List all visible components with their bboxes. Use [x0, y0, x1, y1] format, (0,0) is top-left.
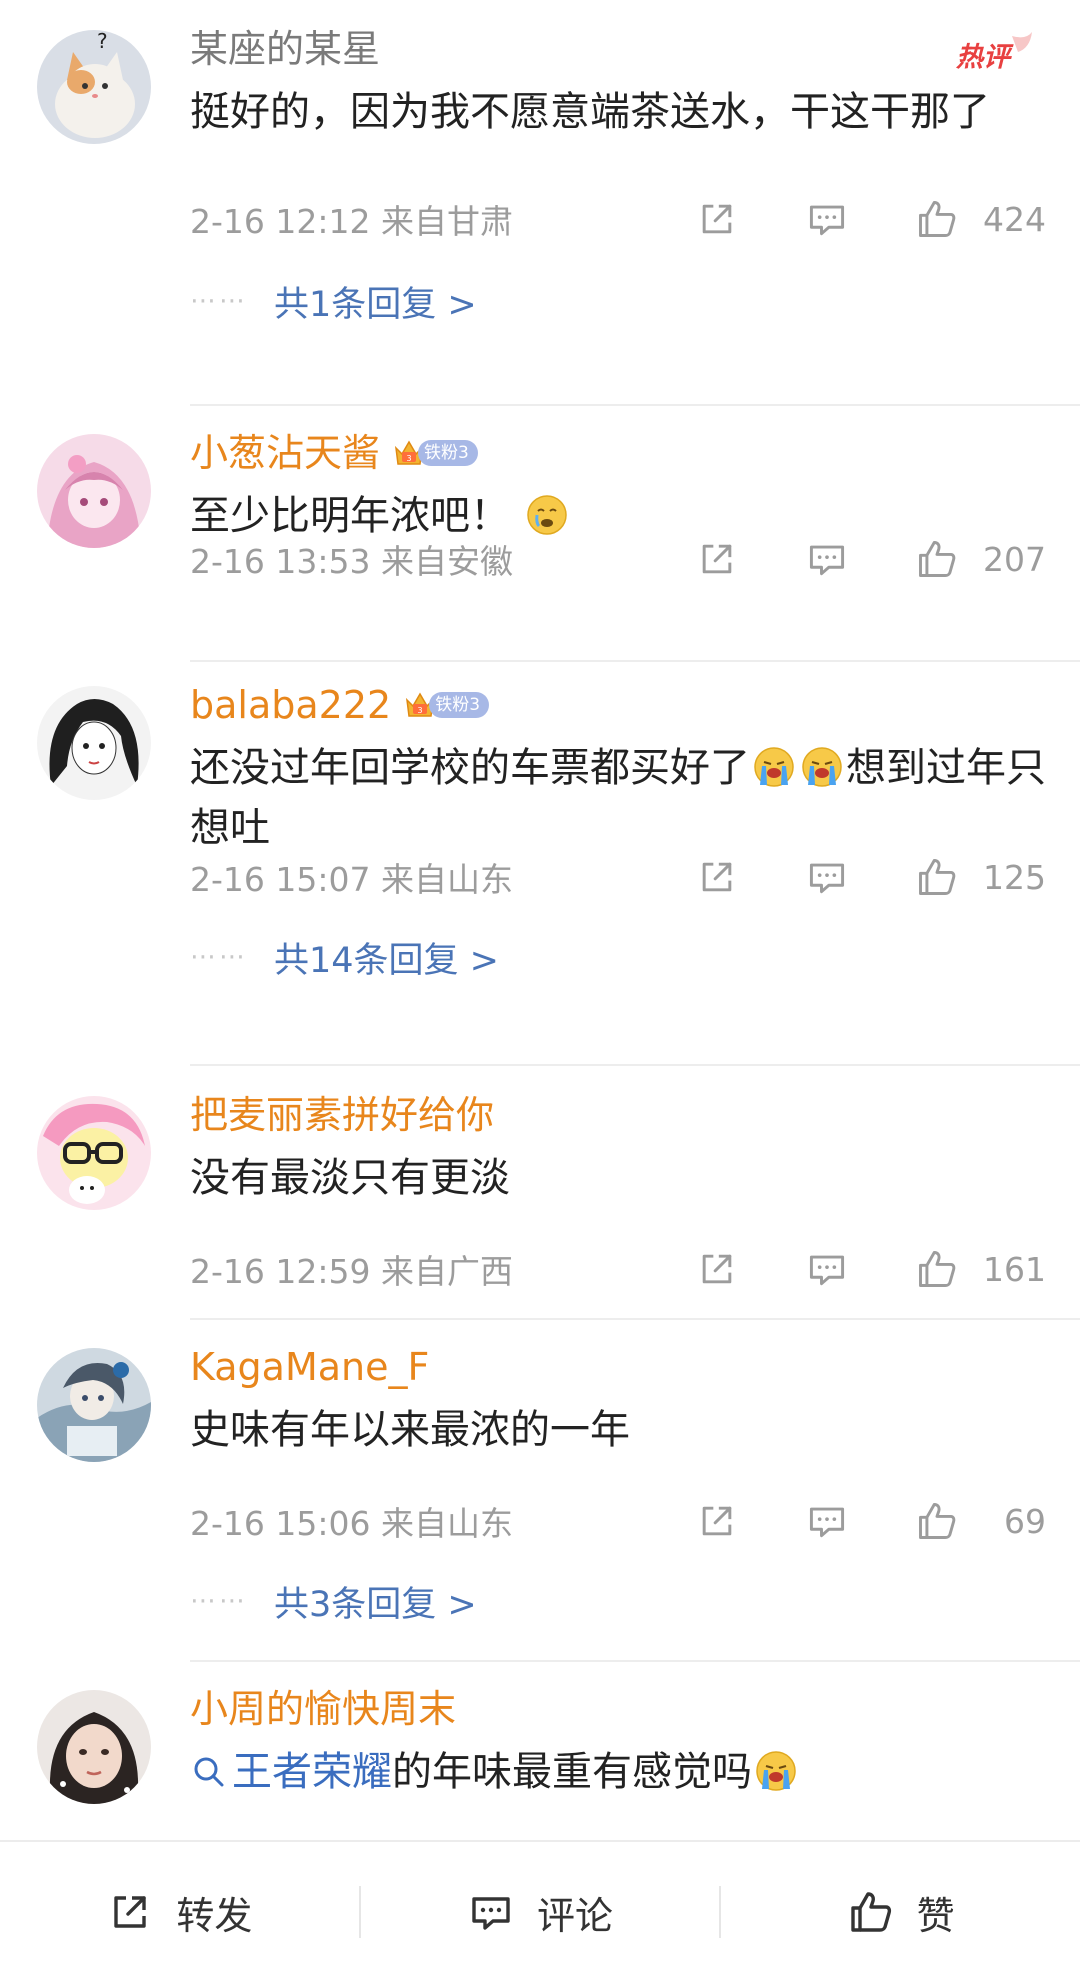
reply-count-label: 共1条回复 >: [274, 284, 477, 325]
divider: [190, 404, 1080, 406]
comment-text: 挺好的，因为我不愿意端茶送水，干这干那了: [190, 89, 990, 135]
like-count: 207: [983, 539, 1046, 579]
loudly-crying-face-emoji: [754, 1749, 798, 1793]
avatar[interactable]: [37, 1096, 151, 1210]
like-count: 69: [1004, 1501, 1046, 1541]
avatar[interactable]: [37, 686, 151, 800]
share-icon[interactable]: [692, 1244, 742, 1294]
share-icon: [106, 1888, 154, 1936]
comment-text: 还没过年回学校的车票都买好了 想到过年只想吐: [190, 738, 1046, 858]
avatar[interactable]: [37, 434, 151, 548]
comment-text-body: 至少比明年浓吧！: [190, 493, 510, 539]
like-icon[interactable]: [912, 194, 962, 244]
comment-icon[interactable]: [802, 1244, 852, 1294]
comment-meta: 2-16 13:53 来自安徽 207: [190, 534, 1046, 584]
share-icon[interactable]: [692, 852, 742, 902]
view-replies-link[interactable]: ⋯⋯ 共3条回复 >: [190, 1576, 477, 1626]
fan-badge-label: 铁粉3: [418, 440, 478, 466]
comment-text: 没有最淡只有更淡: [190, 1155, 510, 1201]
reply-dots: ⋯⋯: [190, 942, 248, 972]
fan-badge[interactable]: 铁粉3: [403, 688, 490, 722]
comment-meta: 2-16 15:06 来自山东 69: [190, 1496, 1046, 1546]
like-label: 赞: [916, 1893, 955, 1938]
like-icon[interactable]: [912, 1496, 962, 1546]
comment-time-location: 2-16 15:07 来自山东: [190, 860, 513, 899]
bottom-action-bar: 转发 评论 赞: [0, 1840, 1080, 1982]
username[interactable]: balaba222: [190, 680, 391, 730]
repost-button[interactable]: 转发: [0, 1842, 359, 1982]
comment-time-location: 2-16 15:06 来自山东: [190, 1504, 513, 1543]
fan-badge-label: 铁粉3: [429, 692, 490, 718]
comment-text: 史味有年以来最浓的一年: [190, 1407, 630, 1453]
username[interactable]: 某座的某星: [190, 24, 1046, 74]
divider: [190, 1660, 1080, 1662]
divider: [190, 1318, 1080, 1320]
comment-icon: [467, 1888, 515, 1936]
like-button[interactable]: 赞: [721, 1842, 1080, 1982]
like-count: 125: [983, 857, 1046, 897]
username[interactable]: 小葱沾天酱: [190, 428, 380, 478]
comment-time-location: 2-16 12:59 来自广西: [190, 1252, 513, 1291]
comment-text-body: 的年味最重有感觉吗: [392, 1749, 752, 1795]
comment-icon[interactable]: [802, 852, 852, 902]
reply-dots: ⋯⋯: [190, 286, 248, 316]
like-count: 161: [983, 1249, 1046, 1289]
comment-icon[interactable]: [802, 534, 852, 584]
svg-text:?: ?: [97, 30, 108, 53]
reply-dots: ⋯⋯: [190, 1586, 248, 1616]
share-icon[interactable]: [692, 194, 742, 244]
fan-badge[interactable]: 铁粉3: [392, 436, 478, 470]
comment-text: 王者荣耀的年味最重有感觉吗: [190, 1742, 1046, 1802]
loudly-crying-face-emoji: [800, 745, 844, 789]
view-replies-link[interactable]: ⋯⋯ 共14条回复 >: [190, 932, 499, 982]
avatar[interactable]: [37, 1348, 151, 1462]
like-count: 424: [983, 199, 1046, 239]
comment-icon[interactable]: [802, 1496, 852, 1546]
comment-label: 评论: [537, 1893, 614, 1938]
view-replies-link[interactable]: ⋯⋯ 共1条回复 >: [190, 276, 477, 326]
avatar[interactable]: [37, 1690, 151, 1804]
divider: [190, 1064, 1080, 1066]
comment-meta: 2-16 12:59 来自广西 161: [190, 1244, 1046, 1294]
avatar[interactable]: ?: [37, 30, 151, 144]
comment-icon[interactable]: [802, 194, 852, 244]
reply-count-label: 共14条回复 >: [274, 940, 499, 981]
crying-face-emoji: [525, 493, 569, 537]
share-icon[interactable]: [692, 1496, 742, 1546]
username[interactable]: 小周的愉快周末: [190, 1684, 1046, 1734]
like-icon[interactable]: [912, 852, 962, 902]
comment-meta: 2-16 12:12 来自甘肃 424: [190, 194, 1046, 244]
comment-time-location: 2-16 12:12 来自甘肃: [190, 202, 513, 241]
divider: [190, 660, 1080, 662]
comment-meta: 2-16 15:07 来自山东 125: [190, 852, 1046, 902]
topic-link[interactable]: 王者荣耀: [232, 1749, 392, 1795]
comment-button[interactable]: 评论: [361, 1842, 720, 1982]
reply-count-label: 共3条回复 >: [274, 1584, 477, 1625]
repost-label: 转发: [176, 1893, 253, 1938]
share-icon[interactable]: [692, 534, 742, 584]
like-icon[interactable]: [912, 534, 962, 584]
like-icon: [847, 1888, 895, 1936]
comment-text-body: 还没过年回学校的车票都买好了: [190, 745, 750, 791]
username[interactable]: 把麦丽素拼好给你: [190, 1090, 1046, 1140]
username[interactable]: KagaMane_F: [190, 1342, 1046, 1392]
like-icon[interactable]: [912, 1244, 962, 1294]
comment-time-location: 2-16 13:53 来自安徽: [190, 542, 513, 581]
search-icon: [194, 1757, 224, 1787]
loudly-crying-face-emoji: [752, 745, 796, 789]
